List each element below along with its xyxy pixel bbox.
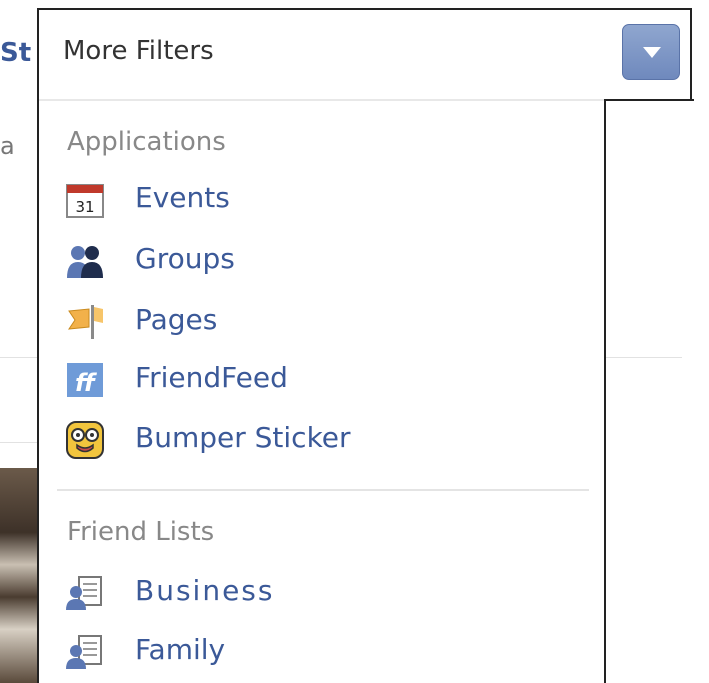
- section-heading-friend-lists: Friend Lists: [67, 517, 215, 547]
- menu-item-business[interactable]: Business: [65, 568, 585, 618]
- section-heading-applications: Applications: [67, 127, 226, 157]
- background-divider-left: [0, 357, 38, 358]
- dropdown-toggle-button[interactable]: [622, 24, 680, 80]
- background-divider-left-2: [0, 442, 38, 443]
- pages-flag-icon: [67, 305, 103, 339]
- header-border: [604, 99, 694, 101]
- menu-item-label: FriendFeed: [135, 361, 288, 394]
- menu-item-label: Bumper Sticker: [135, 421, 351, 454]
- friend-list-icon: [66, 635, 102, 669]
- background-text-fragment-2: a: [0, 132, 15, 160]
- calendar-icon: 31: [66, 184, 104, 218]
- menu-item-bumper-sticker[interactable]: Bumper Sticker: [65, 415, 585, 465]
- bumper-sticker-icon: [66, 421, 104, 459]
- menu-item-label: Pages: [135, 303, 218, 336]
- menu-item-friendfeed[interactable]: ff FriendFeed: [65, 355, 585, 405]
- background-photo: [0, 468, 38, 683]
- background-text-fragment: St: [0, 38, 32, 68]
- background-divider: [604, 357, 682, 358]
- menu-item-family[interactable]: Family: [65, 627, 585, 677]
- menu-item-groups[interactable]: Groups: [65, 236, 585, 286]
- menu-item-label: Family: [135, 633, 226, 666]
- friendfeed-icon: ff: [67, 363, 103, 397]
- menu-top-separator: [39, 99, 604, 101]
- menu-item-events[interactable]: 31 Events: [65, 175, 585, 225]
- menu-item-label: Business: [135, 574, 275, 607]
- menu-item-label: Groups: [135, 242, 235, 275]
- friendfeed-icon-text: ff: [75, 369, 97, 397]
- menu-section-divider: [57, 489, 589, 491]
- menu-item-pages[interactable]: Pages: [65, 297, 585, 347]
- filters-dropdown-menu: Applications 31 Events Groups Pages ff F…: [37, 99, 606, 683]
- more-filters-header[interactable]: More Filters: [37, 8, 692, 99]
- calendar-icon-number: 31: [75, 198, 94, 216]
- menu-item-label: Events: [135, 181, 230, 214]
- friend-list-icon: [66, 576, 102, 610]
- group-icon: [67, 246, 103, 278]
- more-filters-title: More Filters: [63, 36, 214, 66]
